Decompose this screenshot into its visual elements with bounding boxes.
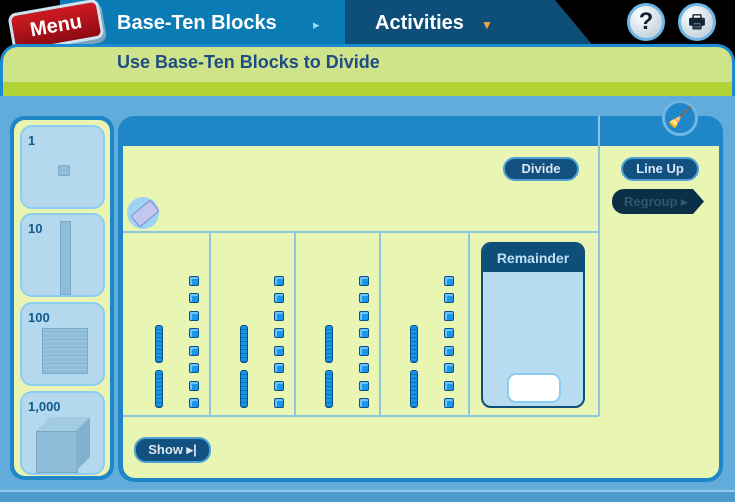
page-title: Use Base-Ten Blocks to Divide bbox=[117, 52, 380, 72]
unit-block[interactable] bbox=[189, 363, 199, 373]
palette-item-10[interactable]: 10 bbox=[20, 213, 105, 297]
eraser-button[interactable] bbox=[127, 197, 160, 229]
unit-block[interactable] bbox=[444, 275, 454, 286]
palette-item-label: 1,000 bbox=[28, 399, 61, 414]
unit-block[interactable] bbox=[274, 275, 284, 286]
palette-item-label: 1 bbox=[28, 133, 36, 148]
unit-block[interactable] bbox=[444, 310, 454, 321]
unit-block[interactable] bbox=[189, 398, 199, 408]
unit-block[interactable] bbox=[274, 293, 284, 303]
palette-item-label: 100 bbox=[28, 310, 50, 325]
print-button[interactable]: 🖶 bbox=[678, 3, 716, 41]
line-up-button[interactable]: Line Up bbox=[621, 157, 699, 181]
unit-block-icon bbox=[58, 165, 70, 176]
divider bbox=[123, 231, 599, 233]
unit-block[interactable] bbox=[359, 328, 369, 338]
unit-block[interactable] bbox=[189, 310, 199, 321]
clear-button[interactable]: 🧹 bbox=[662, 100, 698, 136]
unit-block[interactable] bbox=[189, 293, 199, 303]
unit-block[interactable] bbox=[359, 345, 369, 356]
unit-block[interactable] bbox=[359, 293, 369, 303]
divider bbox=[379, 231, 381, 417]
unit-block[interactable] bbox=[274, 310, 284, 321]
unit-block[interactable] bbox=[359, 363, 369, 373]
unit-block[interactable] bbox=[189, 345, 199, 356]
arrow-right-icon: ▸ bbox=[313, 17, 320, 32]
unit-block[interactable] bbox=[444, 398, 454, 408]
help-button[interactable]: ? bbox=[627, 3, 665, 41]
unit-block[interactable] bbox=[189, 275, 199, 286]
printer-icon: 🖶 bbox=[688, 12, 706, 32]
palette-item-100[interactable]: 100 bbox=[20, 302, 105, 386]
unit-block[interactable] bbox=[189, 328, 199, 338]
unit-block[interactable] bbox=[274, 398, 284, 408]
ten-rod-block[interactable] bbox=[325, 325, 333, 363]
flat-block-icon bbox=[42, 328, 88, 374]
palette-item-label: 10 bbox=[28, 221, 43, 236]
cube-block-icon bbox=[36, 417, 92, 473]
divider bbox=[294, 231, 296, 417]
unit-block[interactable] bbox=[189, 380, 199, 391]
unit-block[interactable] bbox=[359, 310, 369, 321]
divider bbox=[468, 231, 470, 417]
palette-item-1000[interactable]: 1,000 bbox=[20, 391, 105, 475]
tab-label: Base-Ten Blocks bbox=[117, 12, 277, 34]
ten-rod-block[interactable] bbox=[325, 370, 333, 408]
ten-rod-block[interactable] bbox=[240, 370, 248, 408]
ten-rod-block[interactable] bbox=[240, 325, 248, 363]
ten-rod-block[interactable] bbox=[410, 325, 418, 363]
tab-label: Activities bbox=[375, 12, 464, 34]
unit-block[interactable] bbox=[444, 328, 454, 338]
unit-block[interactable] bbox=[359, 275, 369, 286]
ten-rod-block[interactable] bbox=[155, 325, 163, 363]
remainder-label: Remainder bbox=[483, 244, 583, 272]
divider bbox=[209, 231, 211, 417]
divider bbox=[123, 415, 599, 417]
ten-rod-block[interactable] bbox=[155, 370, 163, 408]
palette-item-1[interactable]: 1 bbox=[20, 125, 105, 209]
show-button[interactable]: Show ▸| bbox=[134, 437, 211, 463]
ten-rod-block[interactable] bbox=[410, 370, 418, 408]
unit-block[interactable] bbox=[274, 380, 284, 391]
tab-activities[interactable]: Activities ▼ bbox=[345, 0, 595, 48]
divider bbox=[598, 116, 600, 416]
bottom-edge bbox=[0, 490, 735, 502]
broom-icon: 🧹 bbox=[667, 107, 693, 129]
unit-block[interactable] bbox=[444, 363, 454, 373]
unit-block[interactable] bbox=[274, 345, 284, 356]
unit-block[interactable] bbox=[274, 363, 284, 373]
unit-block[interactable] bbox=[444, 345, 454, 356]
unit-block[interactable] bbox=[444, 293, 454, 303]
unit-block[interactable] bbox=[359, 398, 369, 408]
unit-block[interactable] bbox=[359, 380, 369, 391]
divide-button[interactable]: Divide bbox=[503, 157, 579, 181]
remainder-input[interactable] bbox=[507, 373, 561, 403]
rod-block-icon bbox=[60, 221, 71, 295]
unit-block[interactable] bbox=[444, 380, 454, 391]
regroup-button[interactable]: Regroup ▸ bbox=[612, 189, 704, 214]
unit-block[interactable] bbox=[274, 328, 284, 338]
dropdown-arrow-icon: ▼ bbox=[481, 18, 493, 32]
tab-base-ten-blocks[interactable]: Base-Ten Blocks ▸ bbox=[60, 0, 350, 48]
